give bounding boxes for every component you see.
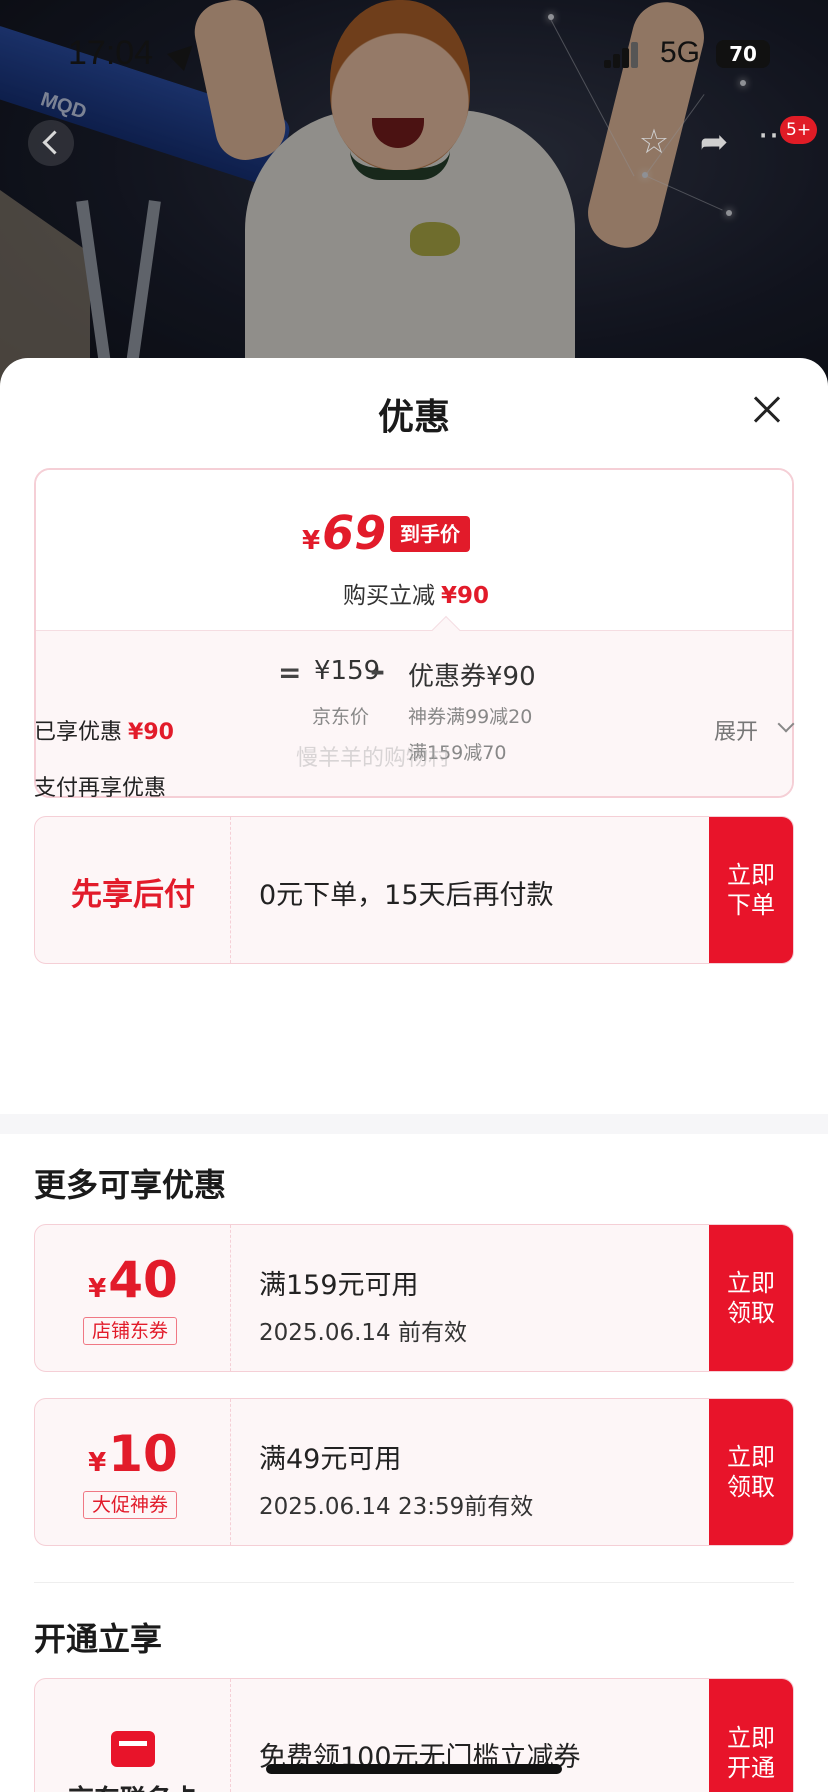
cellular-signal-icon bbox=[604, 42, 638, 68]
credit-card-icon bbox=[111, 1731, 155, 1767]
location-arrow-icon bbox=[167, 37, 201, 71]
watermark: 慢羊羊的购物村 bbox=[296, 746, 451, 771]
final-price-tag: 到手价 bbox=[390, 516, 470, 552]
sheet-title: 优惠 bbox=[377, 397, 450, 438]
enjoyed-discount: 已享优惠 ¥90 bbox=[34, 714, 174, 746]
final-price-value: 69 bbox=[322, 506, 387, 560]
star-icon[interactable]: ☆ bbox=[628, 116, 680, 168]
coupon-condition: 满159元可用 bbox=[259, 1270, 419, 1301]
coupon-validity: 2025.06.14 前有效 bbox=[259, 1320, 467, 1346]
claim-coupon-button[interactable]: 立即领取 bbox=[709, 1225, 793, 1371]
reduction-label: 购买立减 bbox=[342, 583, 435, 609]
battery-icon: 70 bbox=[716, 40, 770, 68]
equals-sign: = bbox=[278, 656, 302, 689]
network-type: 5G bbox=[660, 36, 701, 69]
chevron-left-icon[interactable] bbox=[28, 120, 74, 166]
coupon-amount: ¥10 bbox=[35, 1425, 231, 1483]
message-count-badge: 5+ bbox=[780, 116, 818, 144]
coupon-type: 店铺东券 bbox=[83, 1317, 178, 1345]
bnpl-desc: 0元下单，15天后再付款 bbox=[259, 880, 554, 911]
coupon-value-area: ¥40 店铺东券 bbox=[35, 1225, 231, 1371]
coupon-card: ¥40 店铺东券 满159元可用 2025.06.14 前有效 立即领取 bbox=[34, 1224, 794, 1372]
minus-sign: – bbox=[370, 654, 385, 689]
open-section-title: 开通立享 bbox=[34, 1620, 163, 1658]
discount-sheet: 优惠 ¥69 到手价 购买立减 ¥90 = ¥159 京东价 – 优惠券¥90 神… bbox=[0, 358, 828, 1792]
more-section-title: 更多可享优惠 bbox=[34, 1166, 227, 1204]
membership-left: 京东联名卡 bbox=[35, 1679, 231, 1792]
coupon-info: 满49元可用 2025.06.14 23:59前有效 bbox=[231, 1399, 709, 1545]
currency-symbol: ¥ bbox=[302, 526, 321, 556]
final-price: ¥69 bbox=[302, 506, 386, 560]
section-divider bbox=[34, 1582, 794, 1583]
pay-more-label: 支付再享优惠 bbox=[34, 776, 167, 801]
coupon-rule: 神券满99减20 bbox=[408, 706, 533, 728]
bnpl-label: 先享后付 bbox=[71, 877, 195, 913]
bnpl-left: 先享后付 bbox=[35, 817, 231, 963]
coupon-amount-value: 10 bbox=[108, 1425, 178, 1483]
close-icon[interactable] bbox=[746, 388, 790, 432]
home-indicator[interactable] bbox=[266, 1764, 562, 1774]
coupon-amount-value: 40 bbox=[108, 1251, 178, 1309]
final-price-area: ¥69 到手价 购买立减 ¥90 bbox=[36, 470, 792, 630]
product-nav-bar: ☆ ➦ ··· 5+ bbox=[0, 112, 828, 192]
membership-card: 京东联名卡 免费领100元无门槛立减券 立即开通 bbox=[34, 1678, 794, 1792]
section-divider bbox=[0, 1114, 828, 1134]
instant-reduction: 购买立减 ¥90 bbox=[36, 576, 792, 610]
membership-label: 京东联名卡 bbox=[35, 1779, 231, 1792]
claim-coupon-button[interactable]: 立即领取 bbox=[709, 1399, 793, 1545]
coupon-type: 大促神券 bbox=[83, 1491, 178, 1519]
open-membership-button[interactable]: 立即开通 bbox=[709, 1679, 793, 1792]
coupon-value-area: ¥10 大促神券 bbox=[35, 1399, 231, 1545]
jd-price-label: 京东价 bbox=[312, 706, 370, 728]
coupon-amount: ¥40 bbox=[35, 1251, 231, 1309]
status-time: 17:04 bbox=[68, 34, 154, 72]
currency-symbol: ¥ bbox=[88, 1448, 107, 1478]
coupon-info: 满159元可用 2025.06.14 前有效 bbox=[231, 1225, 709, 1371]
coupon-card: ¥10 大促神券 满49元可用 2025.06.14 23:59前有效 立即领取 bbox=[34, 1398, 794, 1546]
reduction-amount: ¥90 bbox=[440, 583, 489, 609]
enjoyed-amount: ¥90 bbox=[128, 720, 174, 745]
bnpl-card: 先享后付 0元下单，15天后再付款 立即下单 bbox=[34, 816, 794, 964]
bnpl-middle: 0元下单，15天后再付款 bbox=[231, 817, 709, 963]
share-icon[interactable]: ➦ bbox=[688, 116, 740, 168]
status-bar: 17:04 5G 70 bbox=[0, 0, 828, 110]
expand-button[interactable]: 展开 bbox=[714, 714, 758, 746]
membership-middle: 免费领100元无门槛立减券 bbox=[231, 1679, 709, 1792]
currency-symbol: ¥ bbox=[88, 1274, 107, 1304]
order-now-button[interactable]: 立即下单 bbox=[709, 817, 793, 963]
enjoyed-label: 已享优惠 bbox=[34, 720, 123, 745]
coupon-condition: 满49元可用 bbox=[259, 1444, 402, 1475]
coupon-total: 优惠券¥90 bbox=[408, 662, 536, 692]
coupon-validity: 2025.06.14 23:59前有效 bbox=[259, 1494, 534, 1520]
